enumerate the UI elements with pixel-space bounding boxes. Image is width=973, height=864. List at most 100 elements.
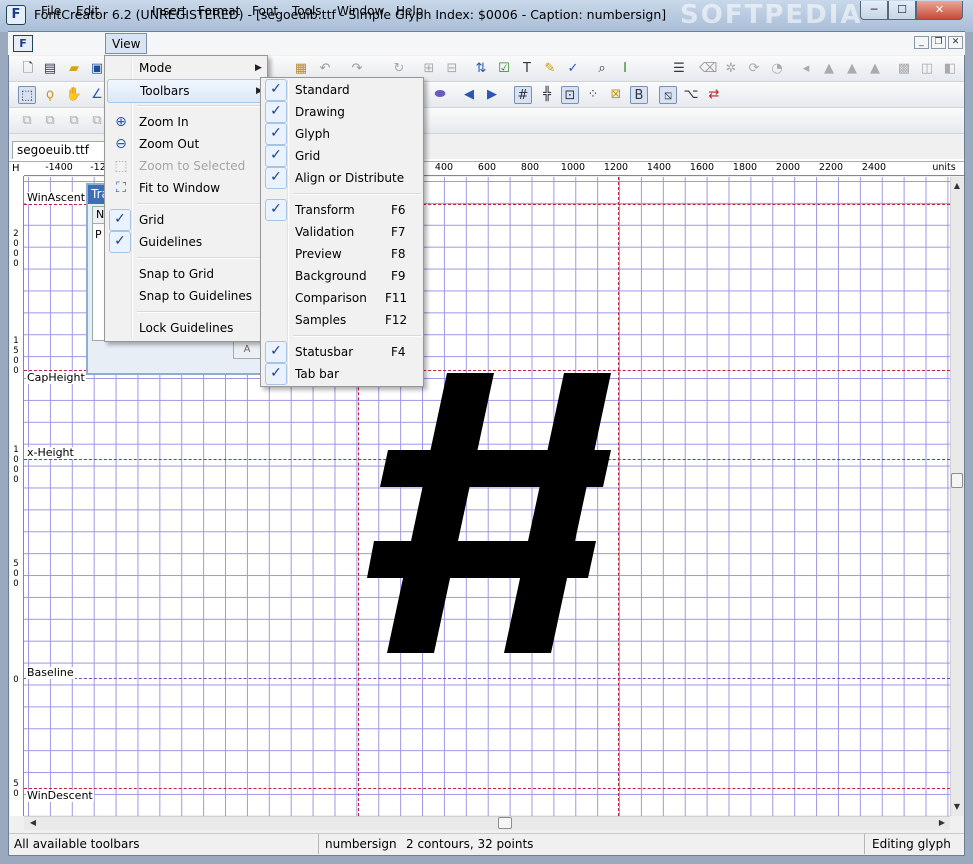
- menu-item-zoom-in[interactable]: ⊕ Zoom In: [107, 111, 265, 133]
- maximize-button[interactable]: ☐: [888, 1, 916, 20]
- horizontal-scroll-thumb[interactable]: [498, 817, 512, 829]
- next-icon[interactable]: ▶: [483, 86, 501, 104]
- menu-insert[interactable]: Insert: [146, 3, 192, 21]
- open-folder-icon[interactable]: ▰: [65, 60, 83, 78]
- font-tab[interactable]: segoeuib.ttf: [12, 141, 107, 159]
- grid-lock-icon[interactable]: ⊠: [607, 86, 625, 104]
- exclude-icon[interactable]: ◧: [941, 60, 959, 78]
- close-button[interactable]: ✕: [916, 1, 963, 20]
- zoom-icon[interactable]: ⌕: [593, 60, 611, 78]
- toolbar-item-comparison[interactable]: Comparison F11: [263, 287, 421, 309]
- scroll-right-icon[interactable]: ▶: [936, 817, 948, 829]
- grid-icon[interactable]: #: [514, 86, 532, 104]
- menu-tools[interactable]: Tools: [286, 3, 328, 21]
- align-center-icon[interactable]: ▲: [820, 60, 838, 78]
- import-icon[interactable]: ⊞: [420, 60, 438, 78]
- menu-item-guidelines[interactable]: ✓ Guidelines: [107, 231, 265, 253]
- softpedia-watermark: SOFTPEDIA: [680, 0, 863, 30]
- intersect-icon[interactable]: ◫: [918, 60, 936, 78]
- scatter-icon[interactable]: ✲: [722, 60, 740, 78]
- sort-icon[interactable]: ⇅: [472, 60, 490, 78]
- list-icon[interactable]: ☰: [670, 60, 688, 78]
- mdi-restore-button[interactable]: ❐: [931, 36, 946, 49]
- minimize-button[interactable]: ─: [860, 1, 888, 20]
- app-icon[interactable]: F: [6, 5, 26, 25]
- menu-item-grid[interactable]: ✓ Grid: [107, 209, 265, 231]
- grid-cross-icon[interactable]: ╬: [538, 86, 556, 104]
- mdi-close-button[interactable]: ✕: [948, 36, 963, 49]
- toolbar-item-statusbar[interactable]: ✓ Statusbar F4: [263, 341, 421, 363]
- toolbar-item-glyph[interactable]: ✓ Glyph: [263, 123, 421, 145]
- horizontal-scrollbar[interactable]: [24, 816, 950, 830]
- metrics-icon[interactable]: ⧅: [659, 86, 677, 104]
- menu-item-snap-to-grid[interactable]: Snap to Grid: [107, 263, 265, 285]
- undo-icon[interactable]: ↶: [316, 60, 334, 78]
- menu-font[interactable]: Font: [246, 3, 284, 21]
- scroll-left-icon[interactable]: ◀: [27, 817, 39, 829]
- document-icon[interactable]: F: [13, 35, 33, 52]
- align-right-icon[interactable]: ▲: [843, 60, 861, 78]
- export-icon[interactable]: ⊟: [443, 60, 461, 78]
- align-c-icon[interactable]: ⧉: [65, 112, 83, 130]
- transform-list-item[interactable]: P: [95, 228, 102, 241]
- menu-file[interactable]: File: [35, 3, 67, 21]
- text-icon[interactable]: T: [518, 60, 536, 78]
- check-icon[interactable]: ✓: [564, 60, 582, 78]
- grid-bounds-icon[interactable]: B: [630, 86, 648, 104]
- grid-snap-icon[interactable]: ⊡: [561, 86, 579, 104]
- vertical-scrollbar[interactable]: [950, 177, 964, 816]
- menu-format[interactable]: Format: [192, 3, 246, 21]
- lasso-icon[interactable]: ϙ: [41, 86, 59, 104]
- menu-item-zoom-out[interactable]: ⊖ Zoom Out: [107, 133, 265, 155]
- menu-item-mode[interactable]: Mode ▶: [107, 57, 265, 79]
- toolbar-item-grid[interactable]: ✓ Grid: [263, 145, 421, 167]
- grid-points-icon[interactable]: ⁘: [584, 86, 602, 104]
- menu-item-snap-to-guidelines[interactable]: Snap to Guidelines: [107, 285, 265, 307]
- compare-icon[interactable]: ⇄: [705, 86, 723, 104]
- align-left-icon[interactable]: ◂: [797, 60, 815, 78]
- toolbar-item-background[interactable]: Background F9: [263, 265, 421, 287]
- scroll-down-icon[interactable]: ▼: [951, 801, 963, 813]
- validate-icon[interactable]: ☑: [495, 60, 513, 78]
- ellipse-icon[interactable]: ⬬: [431, 86, 449, 104]
- refresh-icon[interactable]: ↻: [390, 60, 408, 78]
- prev-icon[interactable]: ◀: [460, 86, 478, 104]
- align-top-icon[interactable]: ▲: [866, 60, 884, 78]
- toolbar-item-validation[interactable]: Validation F7: [263, 221, 421, 243]
- select-icon[interactable]: ⬚: [18, 86, 36, 104]
- open-font-icon[interactable]: ▤: [41, 60, 59, 78]
- glyph-insert-icon[interactable]: I: [616, 60, 634, 78]
- menu-item-lock-guidelines[interactable]: Lock Guidelines: [107, 317, 265, 339]
- menu-item-fit-to-window[interactable]: ⛶ Fit to Window: [107, 177, 265, 199]
- toolbar-item-transform[interactable]: ✓ Transform F6: [263, 199, 421, 221]
- brush-icon[interactable]: ✎: [541, 60, 559, 78]
- glyph-stroke-left: [387, 373, 494, 653]
- rotate-icon[interactable]: ⟳: [745, 60, 763, 78]
- scroll-up-icon[interactable]: ▲: [951, 180, 963, 192]
- toolbar-item-drawing[interactable]: ✓ Drawing: [263, 101, 421, 123]
- menu-help[interactable]: Help: [390, 3, 429, 21]
- hand-icon[interactable]: ✋: [65, 86, 83, 104]
- new-icon[interactable]: 🗋: [19, 60, 37, 78]
- redo-icon[interactable]: ↷: [348, 60, 366, 78]
- toolbar-item-align-distribute[interactable]: ✓ Align or Distribute: [263, 167, 421, 189]
- vertical-scroll-thumb[interactable]: [951, 473, 963, 488]
- toolbar-item-preview[interactable]: Preview F8: [263, 243, 421, 265]
- menu-window[interactable]: Window: [331, 3, 390, 21]
- align-a-icon[interactable]: ⧉: [18, 112, 36, 130]
- toolbar-item-samples[interactable]: Samples F12: [263, 309, 421, 331]
- mdi-minimize-button[interactable]: _: [914, 36, 929, 49]
- toolbar-item-tab-bar[interactable]: ✓ Tab bar: [263, 363, 421, 385]
- transform-apply-button[interactable]: A: [233, 341, 261, 359]
- menu-view[interactable]: View: [105, 33, 148, 54]
- shape-icon[interactable]: ◔: [768, 60, 786, 78]
- eraser-icon[interactable]: ⌫: [699, 60, 717, 78]
- align-b-icon[interactable]: ⧉: [41, 112, 59, 130]
- menu-item-zoom-to-selected[interactable]: ⬚ Zoom to Selected: [107, 155, 265, 177]
- menu-edit[interactable]: Edit: [70, 3, 105, 21]
- paste-icon[interactable]: ▦: [292, 60, 310, 78]
- toolbar-item-standard[interactable]: ✓ Standard: [263, 79, 421, 101]
- tree-icon[interactable]: ⌥: [682, 86, 700, 104]
- combine-icon[interactable]: ▩: [895, 60, 913, 78]
- menu-item-toolbars[interactable]: Toolbars ▶: [107, 79, 267, 103]
